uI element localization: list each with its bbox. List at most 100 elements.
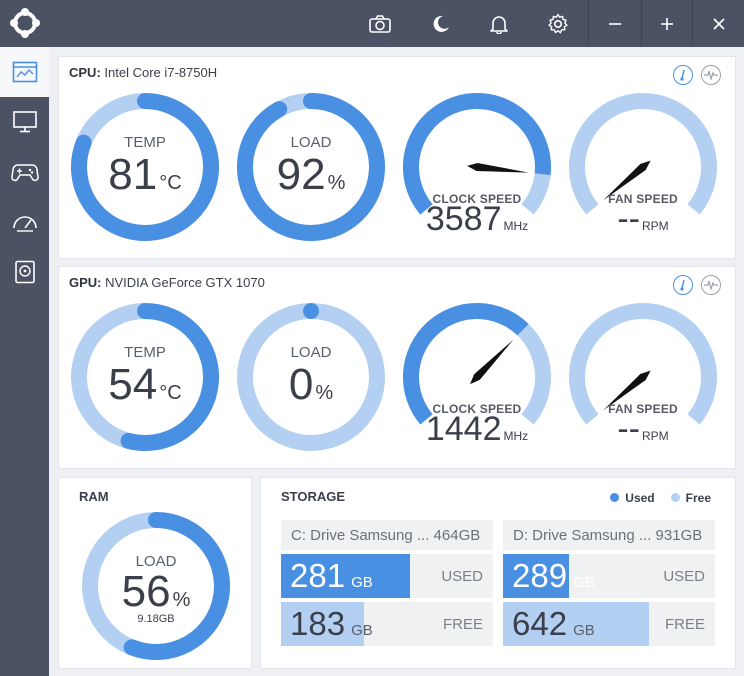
free-bar: 642 GB FREE [503,602,715,646]
gpu-panel: GPU: NVIDIA GeForce GTX 1070 TEMP 54 °C L… [58,266,736,469]
gpu-label: GPU: [69,275,102,290]
drive-d[interactable]: D: Drive Samsung ... 931GB 289 GB USED 64… [503,520,715,646]
storage-panel: STORAGE Used Free C: Drive Samsung ... 4… [260,477,736,669]
sidebar-item-performance[interactable] [0,197,49,247]
used-label: USED [441,568,483,585]
free-value: 183 [290,605,346,642]
cpu-panel: CPU: Intel Core i7-8750H TEMP 81 °C LOAD … [58,56,736,259]
used-bar: 289 GB USED [503,554,715,598]
used-value: 281 [290,557,346,594]
title-bar [0,0,744,47]
cpu-load-unit: % [327,172,346,194]
pulse-icon [704,70,718,80]
cpu-load-gauge: LOAD 92% [236,92,386,242]
cpu-clock-gauge: CLOCK SPEED 3587 MHz [402,92,552,242]
gamepad-icon [10,164,39,182]
notifications-button[interactable] [470,0,528,47]
ram-load-unit: % [172,589,191,611]
speedometer-icon [12,216,37,232]
cpu-thermometer-button[interactable] [673,65,693,85]
cpu-fan-gauge: FAN SPEED -- RPM [568,92,718,242]
gpu-load-unit: % [315,382,334,404]
cpu-temp-gauge: TEMP 81 °C [70,92,220,242]
free-label: FREE [664,616,705,633]
used-unit: GB [351,574,373,591]
drive-name: D: Drive Samsung ... 931GB [503,520,715,550]
moon-icon [433,15,449,32]
gpu-fan-value: -- [617,410,640,448]
bell-icon [490,15,508,34]
cpu-temp-unit: °C [159,172,182,194]
sidebar-item-storage[interactable] [0,247,49,297]
gear-icon [548,13,568,33]
gpu-load-value: 0 [288,360,314,409]
thermometer-icon [680,69,685,81]
gpu-clock-value: 1442 [425,410,502,448]
gpu-load-gauge: LOAD 0% [236,302,386,452]
cpu-load-label: LOAD [290,134,332,151]
free-bar: 183 GB FREE [281,602,493,646]
storage-title: STORAGE [281,489,346,504]
pulse-icon [704,280,718,290]
ram-panel: RAM LOAD 56% 9.18GB [58,477,252,669]
used-bar: 281 GB USED [281,554,493,598]
minimize-button[interactable] [589,0,641,47]
storage-legend: Used Free [610,491,711,505]
gauge-fill [303,303,319,319]
cpu-temp-label: TEMP [124,134,166,151]
legend-free-label: Free [685,491,711,505]
free-unit: GB [351,622,373,639]
dial-needle [467,163,529,173]
drive-c[interactable]: C: Drive Samsung ... 464GB 281 GB USED 18… [281,520,493,646]
sidebar-item-system[interactable] [0,97,49,147]
maximize-button[interactable] [642,0,692,47]
cpu-label: CPU: [69,65,101,80]
gpu-clock-unit: MHz [503,429,529,443]
used-label: USED [663,568,705,585]
cpu-fan-value: -- [617,200,640,238]
minimize-icon [609,22,621,25]
gpu-temp-gauge: TEMP 54 °C [70,302,220,452]
legend-used-label: Used [625,491,655,505]
monitor-dashboard-icon [12,61,37,83]
cpu-clock-unit: MHz [503,219,529,233]
sidebar-item-dashboard[interactable] [0,47,49,97]
storage-drive-icon [14,260,35,284]
used-unit: GB [573,574,595,591]
ram-load-value: 56 [121,567,171,616]
dark-mode-button[interactable] [412,0,470,47]
settings-button[interactable] [529,0,587,47]
free-unit: GB [573,622,595,639]
desktop-icon [12,111,37,133]
used-value: 289 [512,557,568,594]
sidebar [0,47,49,676]
camera-button[interactable] [351,0,409,47]
gpu-load-label: LOAD [290,344,332,361]
camera-icon [369,14,391,33]
dial-needle [470,339,514,385]
free-value: 642 [512,605,568,642]
close-button[interactable] [693,0,744,47]
gpu-fan-gauge: FAN SPEED -- RPM [568,302,718,452]
ram-title: RAM [79,489,109,504]
gpu-temp-unit: °C [159,382,182,404]
app-logo-icon [10,8,40,38]
cpu-fan-unit: RPM [641,219,669,233]
ram-used-gb: 9.18GB [137,613,175,625]
gpu-thermometer-button[interactable] [673,275,693,295]
gpu-clock-gauge: CLOCK SPEED 1442 MHz [402,302,552,452]
drive-name: C: Drive Samsung ... 464GB [281,520,493,550]
cpu-load-value: 92 [276,150,326,199]
cpu-pulse-button[interactable] [701,65,721,85]
gpu-temp-label: TEMP [124,344,166,361]
ram-load-gauge: LOAD 56% 9.18GB [81,511,231,661]
gpu-temp-value: 54 [108,360,158,409]
used-legend-dot [610,493,620,502]
maximize-icon [661,17,673,30]
gpu-name: NVIDIA GeForce GTX 1070 [105,275,265,290]
sidebar-item-gaming[interactable] [0,147,49,197]
gpu-pulse-button[interactable] [701,275,721,295]
cpu-clock-value: 3587 [425,200,502,238]
gpu-fan-unit: RPM [641,429,669,443]
free-label: FREE [442,616,483,633]
